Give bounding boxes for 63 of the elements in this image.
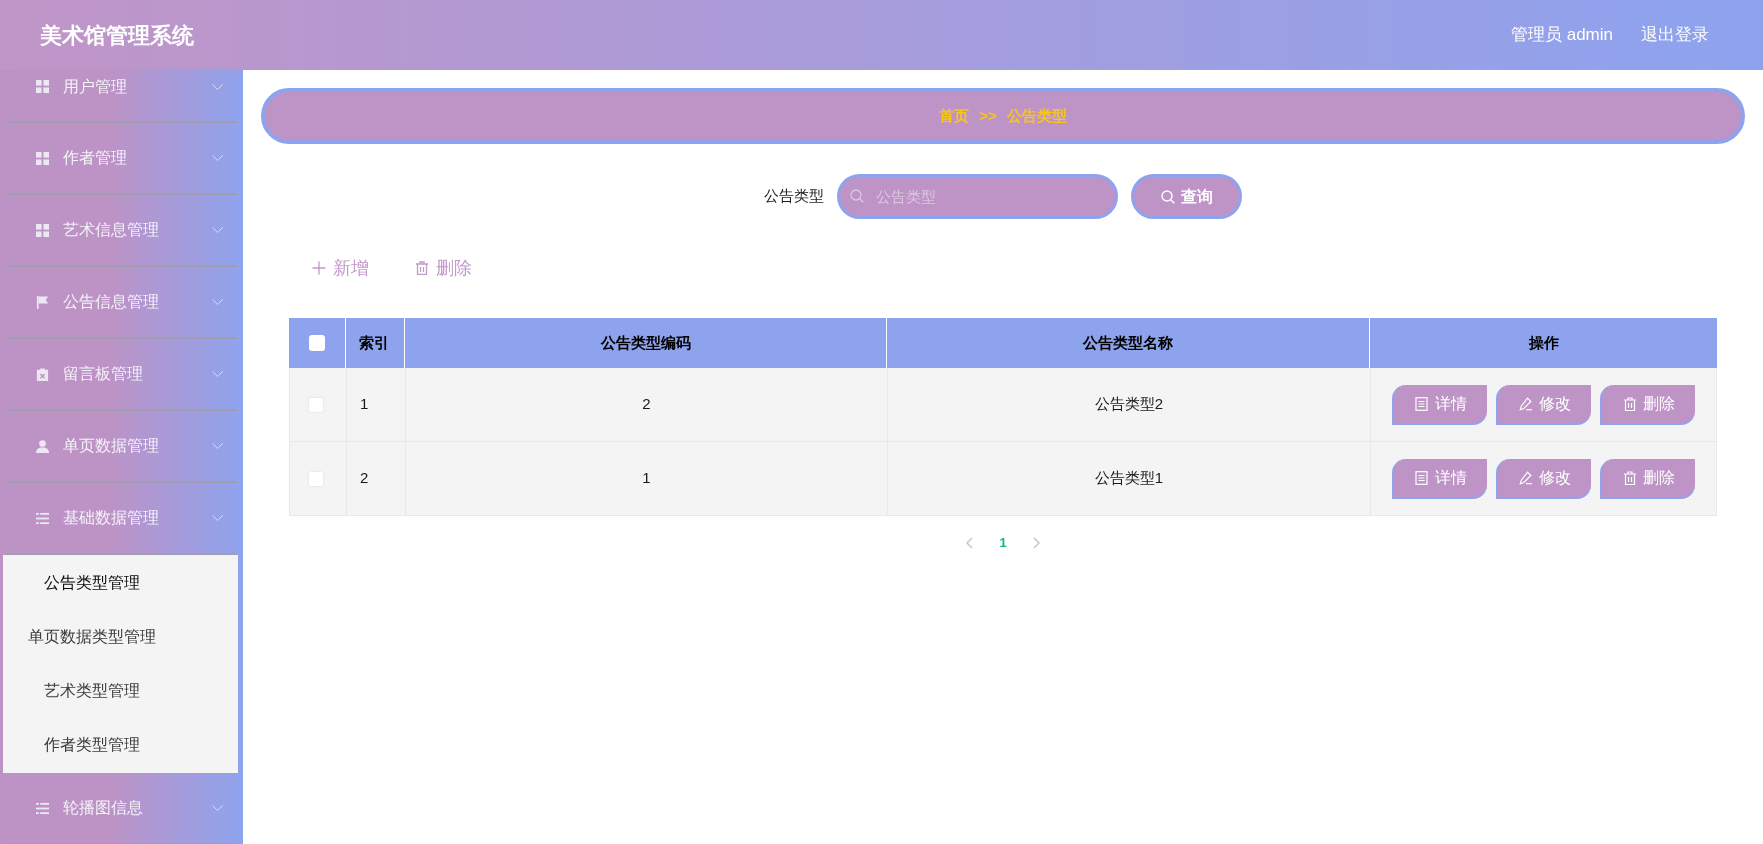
submenu-item[interactable]: 作者类型管理 — [3, 718, 181, 772]
logout-link[interactable]: 退出登录 — [1641, 22, 1709, 48]
menu-item[interactable]: 轮播图信息 — [0, 773, 243, 843]
breadcrumb-current: 公告类型 — [1006, 105, 1067, 126]
menu-item[interactable]: 艺术信息管理 — [0, 195, 243, 265]
search-label: 公告类型 — [764, 186, 824, 207]
grid-icon — [36, 80, 49, 93]
trash-icon — [1622, 396, 1636, 411]
app-title: 美术馆管理系统 — [40, 21, 194, 50]
detail-button[interactable]: 详情 — [1392, 458, 1487, 499]
document-icon — [1414, 396, 1428, 411]
chevron-down-icon — [212, 515, 223, 521]
clipboard-icon — [36, 367, 49, 381]
chevron-down-icon — [212, 83, 223, 90]
menu-item[interactable]: 公告信息管理 — [0, 267, 243, 337]
user-label: 管理员 admin — [1510, 24, 1613, 47]
list-icon — [36, 511, 49, 525]
delete-button[interactable]: 删除 — [392, 248, 495, 288]
delete-button[interactable]: 删除 — [1600, 458, 1695, 499]
trash-icon — [1622, 470, 1636, 485]
grid-icon — [36, 151, 49, 165]
edit-button[interactable]: 修改 — [1496, 384, 1591, 425]
table-cell: 2 — [347, 442, 406, 515]
edit-button[interactable]: 修改 — [1496, 458, 1591, 499]
table-cell: 公告类型2 — [888, 368, 1371, 441]
grid-icon — [36, 223, 49, 237]
search-icon — [1160, 189, 1175, 204]
flag-icon — [36, 295, 49, 309]
detail-button[interactable]: 详情 — [1392, 384, 1487, 425]
search-button[interactable]: 查询 — [1131, 174, 1242, 219]
table-cell: 1 — [347, 368, 406, 441]
pencil-icon — [1518, 396, 1532, 411]
chevron-down-icon — [212, 371, 223, 377]
chevron-down-icon — [212, 299, 223, 305]
column-header: 操作 — [1527, 332, 1560, 353]
chevron-down-icon — [212, 227, 223, 233]
page-button[interactable]: 1 — [988, 529, 1018, 557]
submenu-item[interactable]: 艺术类型管理 — [3, 664, 181, 718]
menu-item[interactable]: 用户管理 — [0, 70, 243, 121]
pencil-icon — [1518, 470, 1532, 485]
table-cell: 1 — [406, 442, 888, 515]
submenu-item[interactable]: 单页数据类型管理 — [3, 610, 181, 664]
menu-item[interactable]: 基础数据管理 — [0, 483, 243, 553]
breadcrumb-link[interactable]: 首页 — [939, 104, 970, 128]
menu-item[interactable]: 单页数据管理 — [0, 411, 243, 481]
search-icon — [850, 189, 864, 203]
delete-button[interactable]: 删除 — [1600, 384, 1695, 425]
table-cell: 公告类型1 — [888, 442, 1371, 515]
chevron-down-icon — [212, 443, 223, 449]
menu-item[interactable]: 作者管理 — [0, 123, 243, 193]
plus-icon — [312, 261, 326, 275]
add-button[interactable]: 新增 — [289, 248, 392, 288]
table-cell: 2 — [406, 368, 888, 441]
list-icon — [36, 801, 49, 815]
submenu-item[interactable]: 公告类型管理 — [3, 556, 181, 610]
document-icon — [1414, 470, 1428, 485]
menu-item[interactable]: 留言板管理 — [0, 339, 243, 409]
chevron-down-icon — [212, 805, 223, 811]
chevron-down-icon — [212, 155, 223, 161]
select-all-checkbox[interactable] — [309, 335, 325, 351]
person-icon — [36, 439, 49, 453]
trash-icon — [415, 261, 429, 275]
breadcrumb-separator: >> — [979, 105, 997, 126]
